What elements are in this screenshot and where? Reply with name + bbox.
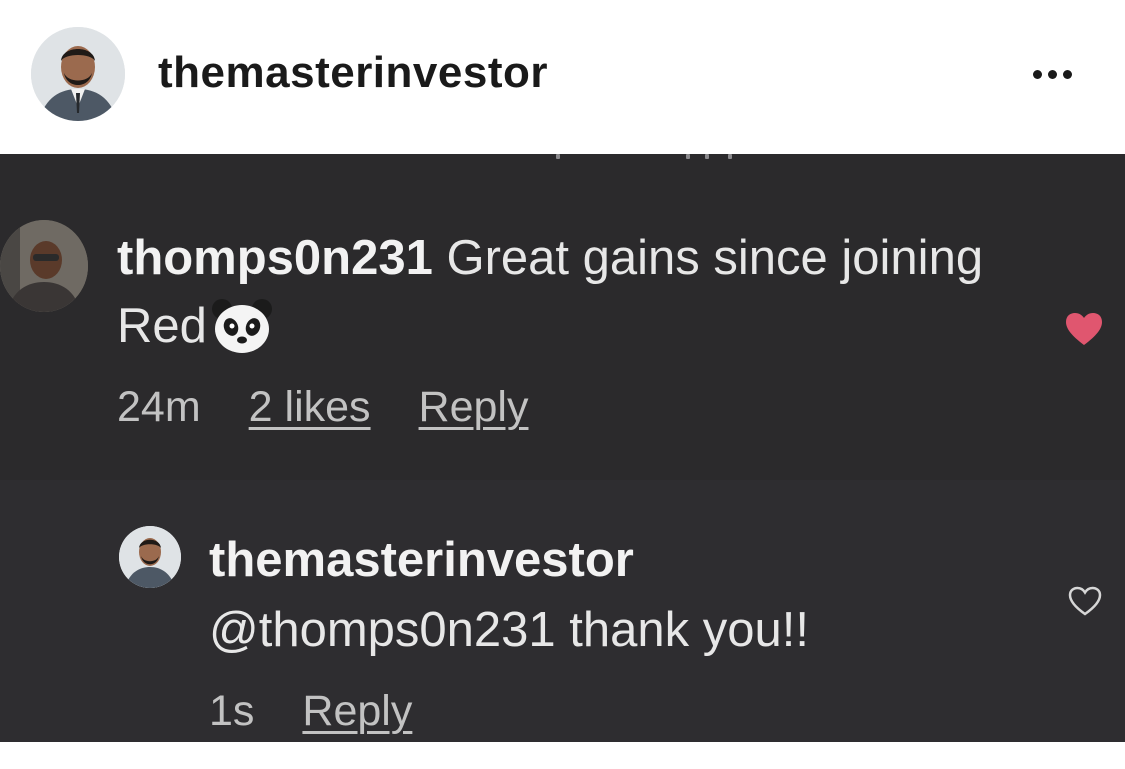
reply-time: 1s (209, 687, 255, 735)
header-avatar[interactable] (31, 27, 125, 121)
comment-item: thomps0n231 Great gains since joining Re… (0, 210, 1125, 480)
more-options-icon[interactable] (1033, 64, 1083, 84)
reply-username[interactable]: themasterinvestor (209, 532, 634, 588)
comment-avatar[interactable] (0, 220, 88, 312)
comment-meta: 24m 2 likes Reply (117, 383, 528, 432)
heart-filled-icon[interactable] (1064, 311, 1104, 347)
reply-reply-button[interactable]: Reply (302, 687, 412, 736)
reply-avatar[interactable] (119, 526, 181, 588)
comment-likes-link[interactable]: 2 likes (249, 383, 371, 432)
reply-meta: 1s Reply (209, 687, 412, 736)
reply-item: themasterinvestor @thomps0n231 thank you… (0, 480, 1125, 742)
cutoff-text-fragment (0, 154, 1125, 160)
comment-username[interactable]: thomps0n231 (117, 231, 433, 285)
comment-reply-button[interactable]: Reply (419, 383, 529, 432)
header-username[interactable]: themasterinvestor (158, 48, 548, 98)
reply-text: @thomps0n231 thank you!! (209, 603, 810, 657)
comments-section: thomps0n231 Great gains since joining Re… (0, 154, 1125, 742)
bottom-margin (0, 742, 1125, 769)
comment-time: 24m (117, 383, 201, 431)
heart-outline-icon[interactable] (1067, 585, 1103, 617)
comment-body: thomps0n231 Great gains since joining Re… (117, 224, 997, 372)
post-header: themasterinvestor (0, 0, 1125, 154)
panda-emoji-icon (211, 298, 273, 372)
